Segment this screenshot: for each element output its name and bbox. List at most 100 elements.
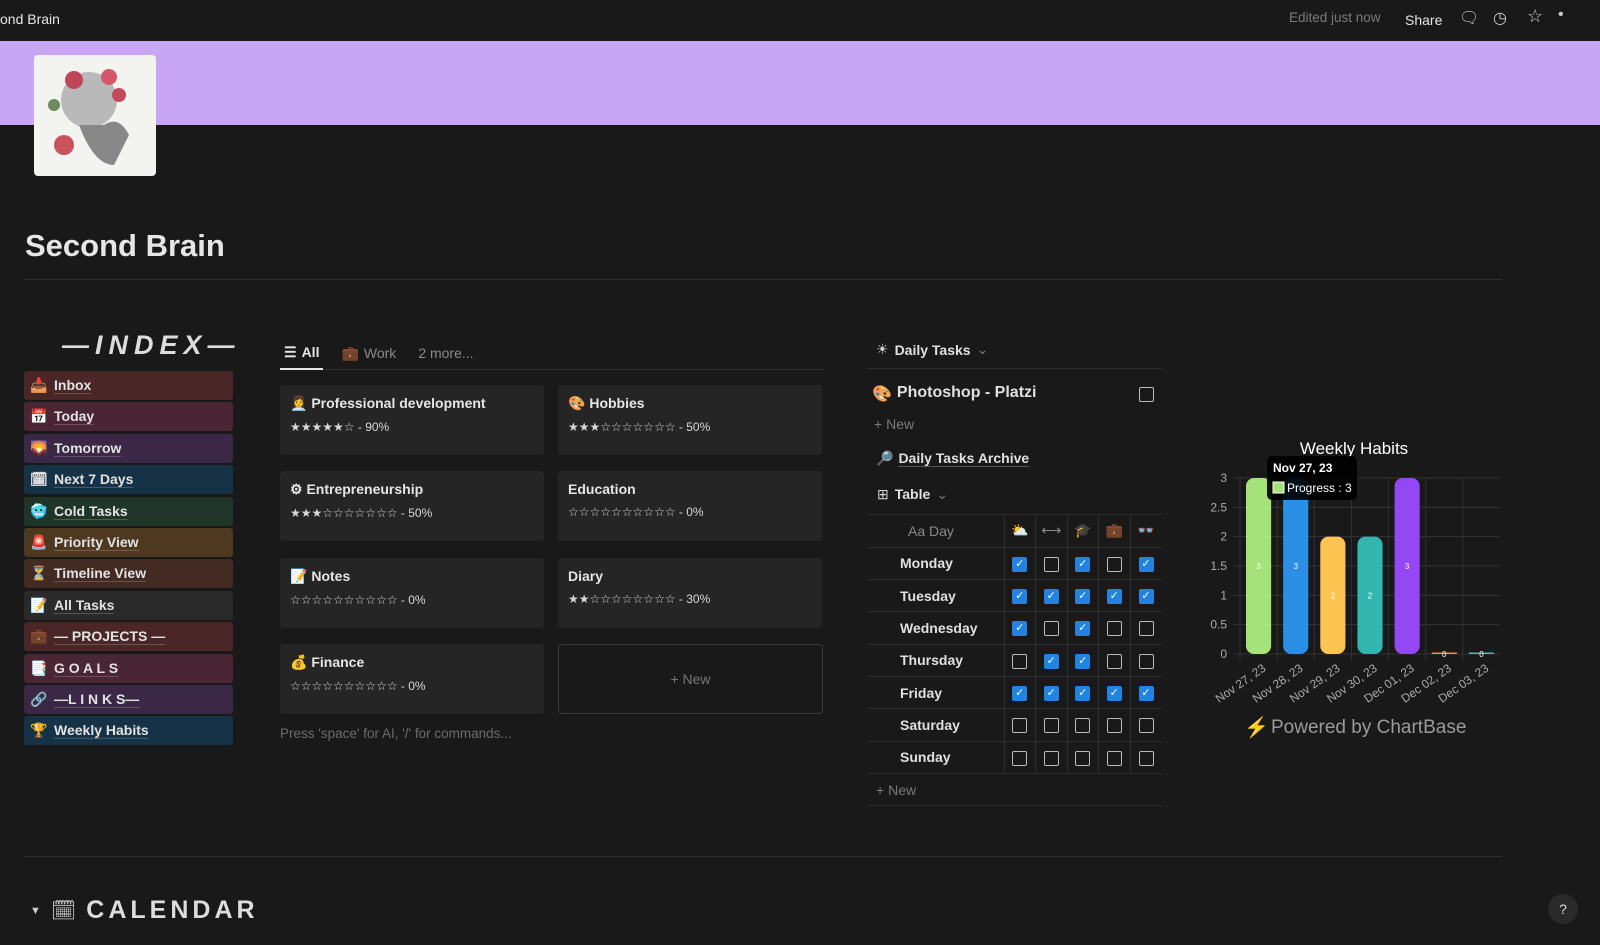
habit-checkbox[interactable]: ✓ [1075,556,1091,572]
data-label: 2 [1331,591,1336,600]
habit-checkbox[interactable] [1138,621,1154,637]
gallery-card[interactable]: Diary ★★☆☆☆☆☆☆☆☆ - 30% [558,557,822,628]
gallery-card[interactable]: 💰 Finance ☆☆☆☆☆☆☆☆☆☆ - 0% [280,643,544,714]
index-item[interactable]: 💼 — PROJECTS — [24,622,233,652]
day-cell[interactable]: Tuesday [868,579,1004,613]
dumbbell-icon[interactable]: ⟷ [1035,515,1067,548]
habit-checkbox[interactable] [1106,718,1122,734]
habit-checkbox[interactable]: ✓ [1043,686,1059,702]
index-item[interactable]: 🚨 Priority View [24,528,233,557]
habit-checkbox[interactable] [1043,621,1059,637]
index-item[interactable]: 📅 Today [24,402,233,432]
new-row-button[interactable]: + New [876,782,916,798]
tab-work[interactable]: 💼 Work [337,336,400,370]
gallery-card[interactable]: 🎨 Hobbies ★★★☆☆☆☆☆☆☆ - 50% [558,385,822,455]
day-cell[interactable]: Monday [868,547,1004,581]
index-item[interactable]: 🌄 Tomorrow [24,433,233,463]
table-view-selector[interactable]: ⊞ Table ⌄ [877,486,948,503]
day-cell[interactable]: Saturday [868,708,1004,742]
card-icon: 🎨 [568,395,586,411]
task-item[interactable]: 🎨 Photoshop - Platzi [872,384,1036,404]
habit-checkbox[interactable] [1138,750,1154,766]
page-title[interactable]: Second Brain [25,228,225,264]
calendar-heading[interactable]: ▼ 🗓 CALENDAR [30,896,259,925]
habit-checkbox[interactable]: ✓ [1138,556,1154,572]
comment-icon[interactable]: 🗨 [1459,8,1479,28]
index-item[interactable]: 🥶 Cold Tasks [24,496,233,526]
habit-checkbox[interactable] [1106,653,1122,669]
archive-link[interactable]: 🔎 Daily Tasks Archive [876,450,1030,467]
tab-all[interactable]: ☰ All [280,336,324,370]
task-checkbox[interactable] [1139,387,1154,402]
habit-checkbox[interactable]: ✓ [1012,556,1028,572]
habit-checkbox[interactable]: ✓ [1106,589,1122,605]
glasses-icon[interactable]: 👓 [1129,515,1162,548]
habit-checkbox[interactable] [1012,750,1028,766]
habit-checkbox[interactable] [1012,653,1028,669]
habit-checkbox[interactable] [1138,718,1154,734]
habit-checkbox[interactable] [1075,718,1091,734]
habit-checkbox[interactable]: ✓ [1075,686,1091,702]
new-task-button[interactable]: + New [874,416,914,432]
magnifier-icon: 🔎 [876,450,894,466]
habit-checkbox[interactable] [1106,750,1122,766]
habit-checkbox[interactable] [1043,718,1059,734]
habit-cell: ✓ [1066,547,1099,581]
card-title: Diary [568,567,604,584]
habit-checkbox[interactable]: ✓ [1012,589,1028,605]
gallery-card[interactable]: ⚙ Entrepreneurship ★★★☆☆☆☆☆☆☆ - 50% [280,471,544,542]
day-cell[interactable]: Friday [868,676,1004,710]
share-button[interactable]: Share [1405,12,1442,28]
sunrise-icon[interactable]: ⛅ [1003,515,1036,548]
history-icon[interactable]: ◷ [1493,8,1507,28]
daily-tasks-view-selector[interactable]: ☀ Daily Tasks ⌄ [876,341,988,358]
index-item-icon: 💼 [30,628,48,645]
index-item[interactable]: 🗓 Next 7 Days [24,465,233,495]
habit-checkbox[interactable]: ✓ [1012,621,1028,637]
index-item-label: Priority View [54,534,139,551]
index-item[interactable]: 📑 G O A L S [24,653,233,683]
habit-cell [1098,611,1130,645]
day-column-header[interactable]: Aa Day [868,515,1004,548]
day-cell[interactable]: Sunday [868,741,1004,774]
gallery-card[interactable]: 👩‍💼 Professional development ★★★★★☆ - 90% [280,385,544,455]
breadcrumb[interactable]: ond Brain [0,11,60,27]
habit-checkbox[interactable] [1138,653,1154,669]
habit-checkbox[interactable] [1106,556,1122,572]
habit-checkbox[interactable]: ✓ [1138,589,1154,605]
habit-checkbox[interactable]: ✓ [1043,589,1059,605]
index-item[interactable]: 🔗 —L I N K S— [24,685,233,714]
graduation-cap-icon[interactable]: 🎓 [1066,515,1099,548]
favorite-star-icon[interactable]: ☆ [1527,6,1543,27]
habit-checkbox[interactable]: ✓ [1012,686,1028,702]
habit-cell: ✓ [1003,611,1036,645]
habit-checkbox[interactable]: ✓ [1075,589,1091,605]
gallery-card[interactable]: 📝 Notes ☆☆☆☆☆☆☆☆☆☆ - 0% [280,557,544,628]
habit-checkbox[interactable]: ✓ [1075,621,1091,637]
habit-checkbox[interactable] [1012,718,1028,734]
briefcase-icon[interactable]: 💼 [1098,515,1130,548]
habit-checkbox[interactable]: ✓ [1106,686,1122,702]
habit-checkbox[interactable]: ✓ [1075,653,1091,669]
habit-checkbox[interactable]: ✓ [1043,653,1059,669]
index-item[interactable]: 🏆 Weekly Habits [24,716,233,746]
tab-more[interactable]: 2 more... [414,336,477,370]
habit-checkbox[interactable] [1043,750,1059,766]
new-card-button[interactable]: + New [558,644,823,714]
habit-checkbox[interactable] [1075,750,1091,766]
index-item[interactable]: 📝 All Tasks [24,590,233,620]
index-item[interactable]: ⏳ Timeline View [24,559,233,589]
day-cell[interactable]: Wednesday [868,611,1004,645]
chartbase-credit[interactable]: Powered by ChartBase [1271,717,1466,738]
more-icon[interactable]: • [1558,6,1564,24]
index-item[interactable]: 📥 Inbox [24,371,233,400]
help-button[interactable]: ? [1548,894,1578,924]
day-cell[interactable]: Thursday [868,644,1004,677]
habit-cell: ✓ [1003,547,1036,581]
habit-checkbox[interactable] [1106,621,1122,637]
habit-checkbox[interactable]: ✓ [1138,686,1154,702]
page-icon-brain-image[interactable] [34,55,156,176]
habit-checkbox[interactable] [1043,556,1059,572]
gallery-card[interactable]: Education ☆☆☆☆☆☆☆☆☆☆ - 0% [558,471,822,542]
toggle-triangle-icon[interactable]: ▼ [30,905,41,917]
